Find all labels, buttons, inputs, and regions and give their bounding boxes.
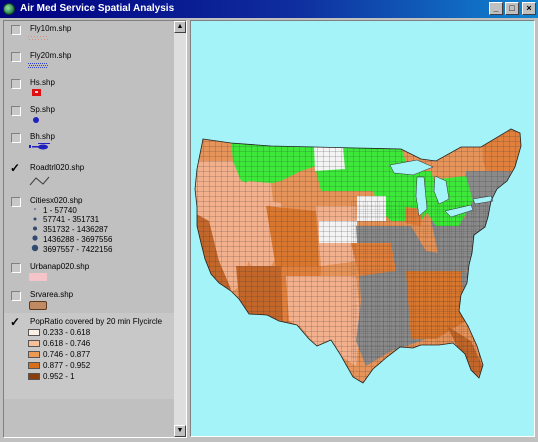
app-globe-icon[interactable] [3,3,15,15]
dotted-line-symbol-icon [28,36,48,40]
city-classes: 1 - 57740 57741 - 351731 351732 - 143628… [4,206,176,256]
table-of-contents: Fly10m.shp Fly20m.shp Hs.shp Sp.shp Bh.s… [3,20,187,438]
city-class-label: 1 - 57740 [43,206,77,215]
layer-name: Sp.shp [30,105,55,114]
layer-checkbox[interactable] [11,133,21,143]
county-regions [195,129,521,383]
scroll-up-arrow-icon[interactable]: ▲ [174,21,186,33]
layer-popratio[interactable]: ✓ PopRatio covered by 20 min Flycircle 0… [4,313,176,399]
layer-checkbox[interactable] [11,106,21,116]
hospital-flag-icon [32,89,41,96]
layer-hs[interactable]: Hs.shp [4,75,176,101]
layer-name: PopRatio covered by 20 min Flycircle [30,317,163,326]
city-class-label: 3697557 - 7422156 [43,245,113,254]
layer-checkbox[interactable] [11,291,21,301]
scroll-down-arrow-icon[interactable]: ▼ [174,425,186,437]
layer-name: Bh.shp [30,132,55,141]
layer-name: Fly10m.shp [30,24,72,33]
layer-sp[interactable]: Sp.shp [4,102,176,128]
pop-class-swatch [28,362,40,369]
layer-checkbox[interactable] [11,79,21,89]
city-class-label: 1436288 - 3697556 [43,235,113,244]
layer-fly20m[interactable]: Fly20m.shp [4,48,176,74]
helicopter-icon [29,143,50,150]
pop-class-label: 0.618 - 0.746 [43,339,91,348]
dot-symbol-icon [33,117,39,123]
pop-class-swatch [28,351,40,358]
pop-class-label: 0.233 - 0.618 [43,328,91,337]
city-class-label: 57741 - 351731 [43,215,100,224]
layer-name: Hs.shp [30,78,55,87]
pop-class-label: 0.952 - 1 [43,372,75,381]
layer-checkbox[interactable] [11,52,21,62]
urban-area-fill-icon [29,273,47,281]
pop-class-swatch [28,329,40,336]
toc-scrollbar[interactable]: ▲ ▼ [174,21,186,437]
minimize-button[interactable]: _ [489,2,503,15]
layer-checkbox[interactable] [11,263,21,273]
pop-class-label: 0.746 - 0.877 [43,350,91,359]
layer-roadtrl020[interactable]: ✓ Roadtrl020.shp [4,159,176,191]
city-dot-symbols-icon [31,208,39,252]
map-view[interactable] [190,20,535,437]
service-area-fill-icon [29,301,47,310]
layer-citiesx020[interactable]: Citiesx020.shp 1 - 57740 57741 - 351731 … [4,193,176,255]
pop-class-label: 0.877 - 0.952 [43,361,91,370]
layer-name: Citiesx020.shp [30,196,83,205]
road-line-symbol-icon [29,176,50,186]
layer-urbanap020[interactable]: Urbanap020.shp [4,259,176,285]
title-bar: Air Med Service Spatial Analysis _ □ × [0,0,538,18]
pop-class-swatch [28,373,40,380]
layer-fly10m[interactable]: Fly10m.shp [4,21,176,47]
layer-checkbox[interactable] [11,25,21,35]
layer-checkbox-checked[interactable]: ✓ [10,162,24,174]
dotted-line-symbol-icon [28,63,48,68]
layer-bh[interactable]: Bh.shp [4,129,176,155]
us-county-map [194,128,522,384]
layer-srvarea[interactable]: Srvarea.shp [4,287,176,313]
city-class-label: 351732 - 1436287 [43,225,108,234]
layer-name: Fly20m.shp [30,51,72,60]
layer-name: Roadtrl020.shp [30,163,85,172]
maximize-button[interactable]: □ [505,2,519,15]
close-button[interactable]: × [522,2,536,15]
layer-name: Srvarea.shp [30,290,74,299]
window-title: Air Med Service Spatial Analysis [20,3,175,14]
layer-checkbox-checked[interactable]: ✓ [10,316,24,328]
pop-class-swatch [28,340,40,347]
layer-name: Urbanap020.shp [30,262,90,271]
